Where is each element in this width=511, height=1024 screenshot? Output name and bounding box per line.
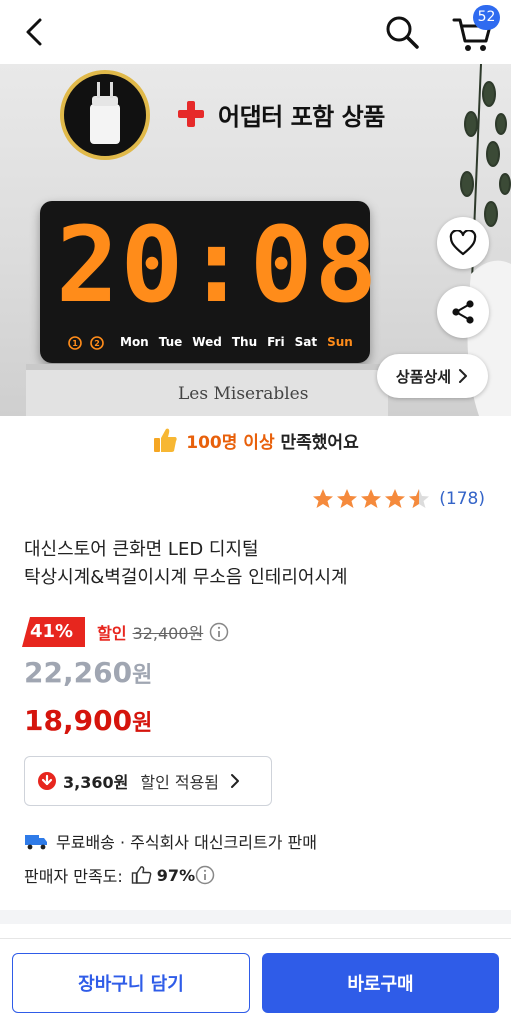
day-label: Thu [231, 335, 258, 349]
won-unit: 원 [132, 711, 153, 736]
review-count[interactable]: (178) [439, 489, 485, 509]
cart-count-badge: 52 [473, 5, 500, 30]
seller-satisfaction-label: 판매자 만족도: [24, 867, 123, 886]
day-label: Mon [120, 335, 149, 349]
discount-label: 할인 [97, 624, 127, 643]
star-half-icon [409, 489, 430, 508]
bottom-action-bar: 장바구니 담기 바로구매 [0, 938, 511, 1024]
won-unit: 원 [132, 663, 153, 688]
satisfaction-text: 만족했어요 [274, 432, 359, 453]
book-prop: Les Miserables [26, 364, 388, 416]
day-label-active: Sun [327, 335, 353, 349]
chevron-right-icon [459, 369, 468, 383]
day-label: Tue [158, 335, 183, 349]
product-title-line1: 대신스토어 큰화면 LED 디지털 [24, 539, 259, 560]
star-icon [385, 489, 406, 508]
applied-discount-label: 할인 적용됨 [140, 773, 220, 792]
plus-icon [178, 101, 204, 127]
discount-percent-badge: 41% [22, 617, 86, 647]
product-title: 대신스토어 큰화면 LED 디지털 탁상시계&벽걸이시계 무소음 인테리어시계 [24, 536, 484, 592]
search-icon[interactable] [380, 10, 424, 54]
day-label: Sat [294, 335, 318, 349]
product-detail-label: 상품상세 [395, 367, 452, 386]
product-title-line2: 탁상시계&벽걸이시계 무소음 인테리어시계 [24, 567, 348, 588]
day-label: Fri [267, 335, 285, 349]
shipping-info: 무료배송 · 주식회사 대신크리트가 판매 [24, 829, 317, 853]
svg-text:2: 2 [94, 339, 100, 348]
thumbs-up-icon [154, 428, 177, 452]
sale-price-value: 22,260 [24, 656, 133, 689]
share-button[interactable] [437, 286, 489, 338]
wishlist-button[interactable] [437, 217, 489, 269]
back-arrow-icon[interactable] [14, 12, 54, 52]
heart-icon [449, 230, 477, 256]
rating-stars [311, 487, 431, 511]
discount-row: 41% 할인 32,400원 [22, 617, 229, 647]
satisfaction-banner: 100명 이상 만족했어요 [0, 420, 511, 460]
sale-price: 22,260원 [24, 656, 152, 689]
star-icon [361, 489, 382, 508]
down-arrow-icon [38, 772, 56, 790]
applied-discount-amount: 3,360원 [63, 773, 129, 792]
share-icon [452, 300, 474, 324]
alarm-icon: 1 [68, 336, 82, 350]
thumbs-up-outline-icon [131, 866, 152, 884]
satisfaction-highlight: 100명 이상 [186, 432, 275, 453]
info-icon[interactable] [209, 622, 229, 642]
final-price-value: 18,900 [24, 704, 133, 737]
top-bar: 52 [0, 0, 511, 64]
seller-satisfaction: 판매자 만족도: 97% [24, 863, 215, 887]
day-label: Wed [192, 335, 222, 349]
seller-satisfaction-value: 97% [156, 865, 196, 885]
clock-time: 20:08 [56, 204, 380, 326]
info-icon[interactable] [195, 865, 215, 885]
section-divider [0, 910, 511, 924]
product-detail-button[interactable]: 상품상세 [377, 354, 488, 398]
buy-now-button[interactable]: 바로구매 [262, 953, 499, 1013]
star-icon [337, 489, 358, 508]
svg-text:1: 1 [72, 339, 78, 348]
truck-icon [25, 835, 47, 850]
star-icon [313, 489, 334, 508]
add-to-cart-button[interactable]: 장바구니 담기 [12, 953, 250, 1013]
adapter-image [60, 70, 150, 160]
chevron-right-icon [231, 774, 240, 788]
clock-days: 1 2 Mon Tue Wed Thu Fri Sat Sun [66, 333, 353, 351]
promo-banner: 어댑터 포함 상품 [176, 94, 385, 134]
alarm-icon: 2 [90, 336, 104, 350]
rating[interactable]: (178) [311, 487, 485, 511]
promo-text: 어댑터 포함 상품 [218, 102, 385, 131]
product-image[interactable]: 어댑터 포함 상품 20:08 1 2 Mon Tue Wed Thu Fri … [0, 64, 511, 416]
original-price: 32,400원 [132, 624, 204, 643]
shipping-text: 무료배송 · 주식회사 대신크리트가 판매 [56, 833, 317, 852]
final-price: 18,900원 [24, 704, 152, 737]
book-title: Les Miserables [178, 384, 309, 404]
digital-clock: 20:08 1 2 Mon Tue Wed Thu Fri Sat Sun [40, 201, 377, 363]
applied-discount-button[interactable]: 3,360원 할인 적용됨 [24, 756, 272, 806]
